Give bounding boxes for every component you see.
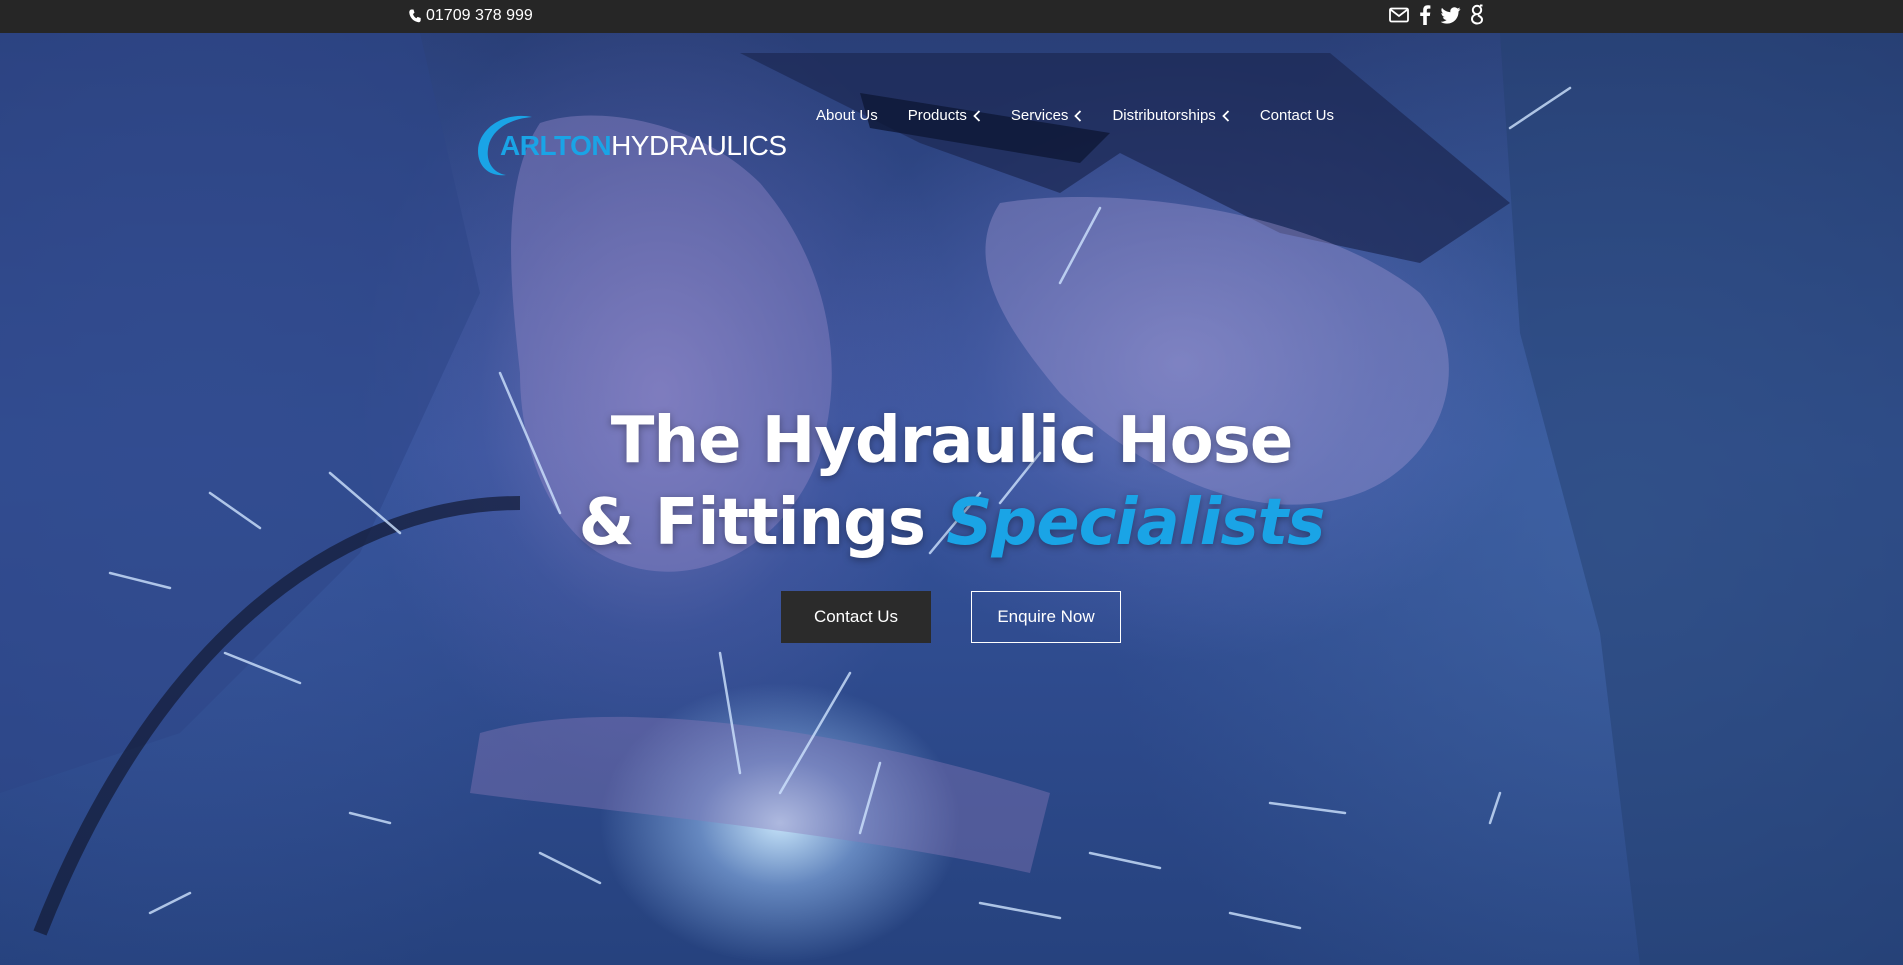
contact-us-button[interactable]: Contact Us	[781, 591, 931, 643]
nav-item-distributorships[interactable]: Distributorships	[1112, 106, 1229, 126]
logo-word-hydraulics: HYDRAULICS	[611, 130, 787, 161]
chevron-left-icon	[973, 110, 981, 122]
phone-icon	[409, 9, 421, 23]
nav-label: Services	[1010, 107, 1069, 124]
envelope-icon[interactable]	[1389, 4, 1409, 26]
hero-section: ARLTONHYDRAULICS About Us Products Servi…	[0, 33, 1903, 965]
nav-label: Distributorships	[1112, 107, 1216, 124]
nav-label: About Us	[816, 107, 878, 124]
site-logo[interactable]: ARLTONHYDRAULICS	[476, 113, 787, 183]
phone-number-text: 01709 378 999	[426, 7, 533, 24]
social-links	[1389, 4, 1487, 26]
nav-item-products[interactable]: Products	[908, 106, 981, 126]
hero-headline: The Hydraulic Hose & Fittings Specialist…	[0, 400, 1903, 564]
nav-item-services[interactable]: Services	[1011, 106, 1083, 126]
logo-word-carlton: ARLTON	[500, 130, 612, 161]
chevron-left-icon	[1222, 110, 1229, 122]
main-nav: About Us Products Services Distributorsh…	[816, 106, 1334, 126]
google-plus-icon[interactable]	[1467, 4, 1487, 26]
logo-text: ARLTONHYDRAULICS	[500, 130, 787, 162]
facebook-icon[interactable]	[1415, 4, 1435, 26]
twitter-icon[interactable]	[1441, 4, 1461, 26]
headline-line-1: The Hydraulic Hose	[610, 404, 1293, 478]
headline-line-2: & Fittings Specialists	[0, 482, 1903, 564]
top-bar: 01709 378 999	[0, 0, 1903, 33]
chevron-left-icon	[1074, 110, 1082, 122]
nav-label: Contact Us	[1259, 107, 1335, 124]
headline-specialists: Specialists	[946, 486, 1325, 560]
nav-item-about-us[interactable]: About Us	[816, 106, 878, 126]
phone-number[interactable]: 01709 378 999	[409, 6, 533, 26]
nav-item-contact-us[interactable]: Contact Us	[1260, 106, 1334, 126]
headline-fittings: & Fittings	[578, 486, 926, 560]
enquire-now-button[interactable]: Enquire Now	[971, 591, 1121, 643]
nav-label: Products	[907, 107, 967, 124]
